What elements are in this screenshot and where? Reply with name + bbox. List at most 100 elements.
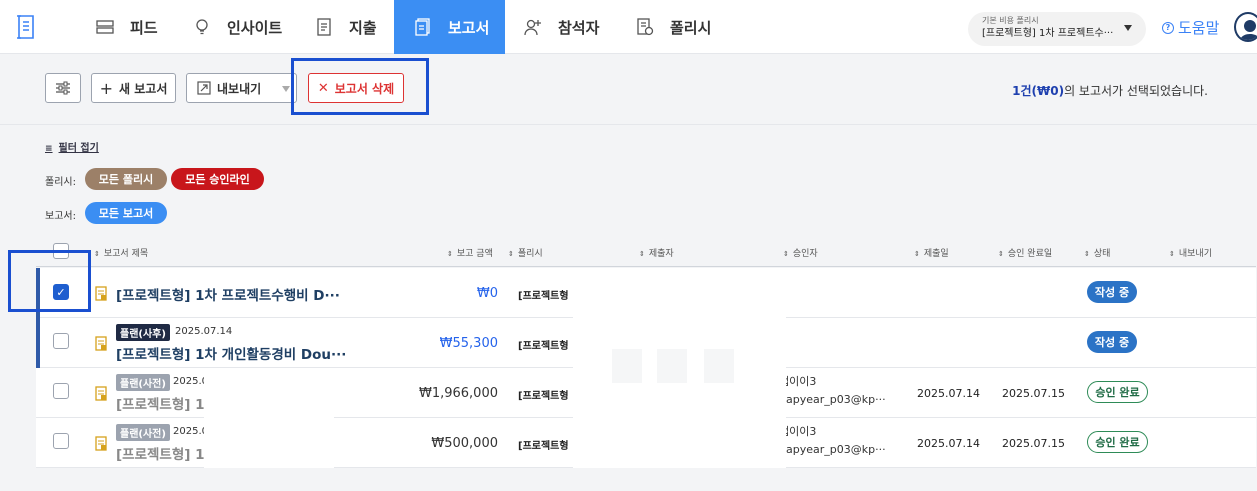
report-title[interactable]: [프로젝트형] 1차 프로젝트수행비 D···: [116, 284, 340, 304]
divider: [0, 124, 1257, 125]
document-icon: [95, 336, 107, 351]
report-policy: [프로젝트형: [518, 441, 569, 452]
selection-message: 1건(₩0)의 보고서가 선택되었습니다.: [1012, 82, 1208, 99]
new-report-label: 새 보고서: [119, 81, 168, 96]
status-badge: 작성 중: [1087, 331, 1137, 353]
header-submitted[interactable]: ⇕ 제출일: [914, 246, 949, 259]
nav-item-attendee[interactable]: 참석자: [524, 0, 599, 54]
report-table: ⇕ 보고서 제목 ⇕ 보고 금액 ⇕ 폴리시 ⇕ 제출자 ⇕ 승인자 ⇕ 제출일 ⇕ 승인 완…: [36, 237, 1256, 468]
nav-label: 인사이트: [227, 18, 283, 37]
plan-date: 2025.0: [173, 426, 208, 437]
status-badge: 승인 완료: [1087, 381, 1148, 403]
report-title[interactable]: [프로젝트형] 1: [116, 393, 205, 413]
sort-icon: ⇕: [998, 250, 1004, 258]
report-amount: ₩0: [476, 286, 498, 301]
approver: 캡이이3 gapyear_p03@kp···: [779, 423, 886, 459]
highlight-box: [291, 58, 429, 115]
settings-button[interactable]: [45, 73, 81, 103]
status-badge: 승인 완료: [1087, 431, 1148, 453]
header-submitter[interactable]: ⇕ 제출자: [639, 246, 674, 259]
report-policy: [프로젝트형: [518, 341, 569, 352]
approved-date: 2025.07.15: [1002, 387, 1065, 400]
header-approved[interactable]: ⇕ 승인 완료일: [998, 246, 1052, 259]
nav-item-feed[interactable]: 피드: [96, 0, 158, 54]
chip-all-policies[interactable]: 모든 폴리시: [85, 168, 167, 190]
plan-tag: 플랜(사후): [116, 324, 170, 341]
header-status[interactable]: ⇕ 상태: [1084, 246, 1110, 259]
selection-count: 1건(₩0): [1012, 84, 1065, 98]
nav-label: 보고서: [448, 18, 490, 37]
header-policy[interactable]: ⇕ 폴리시: [508, 246, 543, 259]
avatar[interactable]: [1234, 12, 1257, 42]
document-icon: [95, 386, 107, 401]
report-amount: ₩1,966,000: [418, 386, 498, 401]
report-amount: ₩55,300: [439, 336, 498, 351]
report-amount: ₩500,000: [431, 436, 498, 451]
sort-icon: ⇕: [783, 250, 789, 258]
policy-select-value: [프로젝트형] 1차 프로젝트수···: [982, 28, 1114, 39]
app-logo-icon[interactable]: [14, 13, 40, 41]
redaction-mask: [704, 349, 734, 383]
header-title[interactable]: ⇕ 보고서 제목: [94, 246, 148, 259]
receipt-icon: [317, 18, 331, 36]
header-approver[interactable]: ⇕ 승인자: [783, 246, 818, 259]
chip-all-reports[interactable]: 모든 보고서: [85, 202, 167, 224]
report-policy: [프로젝트형: [518, 391, 569, 402]
policy-filter-label: 폴리시:: [45, 177, 76, 188]
plan-date: 2025.0: [173, 376, 208, 387]
status-badge: 작성 중: [1087, 281, 1137, 303]
nav-item-expense[interactable]: 지출: [315, 0, 377, 54]
highlight-box: [8, 250, 91, 312]
add-person-icon: [524, 19, 541, 36]
feed-icon: [96, 20, 114, 34]
row-accent: [36, 318, 40, 368]
nav-item-report[interactable]: 보고서: [394, 0, 505, 54]
new-report-button[interactable]: + 새 보고서: [91, 73, 176, 103]
row-checkbox[interactable]: [53, 383, 69, 399]
header-export[interactable]: ⇕ 내보내기: [1169, 246, 1212, 259]
bulb-icon: [196, 19, 208, 35]
nav-item-insight[interactable]: 인사이트: [193, 0, 282, 54]
export-label: 내보내기: [217, 81, 262, 96]
policy-select-label: 기본 비용 폴리시: [982, 16, 1039, 25]
export-dropdown[interactable]: 내보내기: [186, 73, 297, 103]
filter-toggle[interactable]: ≡ 필터 접기: [45, 139, 99, 154]
row-checkbox[interactable]: [53, 333, 69, 349]
table-header: ⇕ 보고서 제목 ⇕ 보고 금액 ⇕ 폴리시 ⇕ 제출자 ⇕ 승인자 ⇕ 제출일 ⇕ 승인 완…: [36, 237, 1256, 267]
sort-icon: ⇕: [914, 250, 920, 258]
report-icon: [415, 18, 430, 36]
selection-suffix: 의 보고서가 선택되었습니다.: [1064, 84, 1208, 98]
report-title[interactable]: [프로젝트형] 1차 개인활동경비 Dou···: [116, 343, 346, 363]
approver-email: gapyear_p03@kp···: [779, 443, 886, 456]
sort-icon: ⇕: [508, 250, 514, 258]
nav-label: 지출: [349, 18, 377, 37]
nav-item-policy[interactable]: 폴리시: [636, 0, 711, 54]
sort-icon: ⇕: [639, 250, 645, 258]
submitted-date: 2025.07.14: [917, 387, 980, 400]
help-link[interactable]: ? 도움말: [1162, 17, 1219, 38]
document-icon: [95, 436, 107, 451]
redaction-mask: [657, 349, 687, 383]
policy-icon: [637, 18, 654, 36]
question-icon: ?: [1162, 21, 1174, 34]
nav-label: 피드: [130, 18, 158, 37]
chip-all-approval-lines[interactable]: 모든 승인라인: [171, 168, 264, 190]
nav-label: 폴리시: [670, 18, 712, 37]
report-title[interactable]: [프로젝트형] 1: [116, 443, 205, 463]
report-policy: [프로젝트형: [518, 291, 569, 302]
approved-date: 2025.07.15: [1002, 437, 1065, 450]
sliders-icon: [56, 81, 70, 95]
row-checkbox[interactable]: [53, 433, 69, 449]
nav-label: 참석자: [558, 18, 600, 37]
header-amount[interactable]: ⇕ 보고 금액: [447, 246, 493, 259]
sort-icon: ⇕: [1169, 250, 1175, 258]
approver: 캡이이3 gapyear_p03@kp···: [779, 373, 886, 409]
redaction-mask: [612, 349, 642, 383]
document-icon: [95, 286, 107, 301]
filter-toggle-label: 필터 접기: [58, 143, 99, 154]
policy-select[interactable]: 기본 비용 폴리시 [프로젝트형] 1차 프로젝트수···: [968, 12, 1146, 46]
sort-icon: ⇕: [447, 250, 453, 258]
export-icon: [197, 81, 211, 95]
chevron-down-icon: [1124, 25, 1132, 31]
approver-name: 캡이이3: [779, 375, 817, 388]
